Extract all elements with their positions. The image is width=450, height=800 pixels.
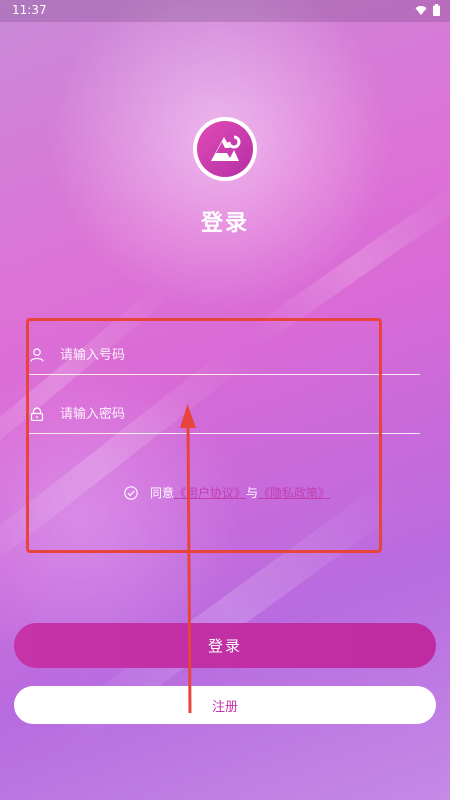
phone-input[interactable] bbox=[58, 342, 412, 368]
register-button[interactable]: 注册 bbox=[14, 686, 436, 724]
user-agreement-link[interactable]: 《用户协议》 bbox=[174, 484, 246, 501]
wifi-icon bbox=[415, 5, 427, 15]
agreement-conjunction: 与 bbox=[246, 486, 259, 500]
app-logo bbox=[193, 117, 257, 181]
lock-icon bbox=[30, 407, 44, 421]
app-logo-badge bbox=[197, 121, 253, 177]
privacy-policy-link[interactable]: 《隐私政策》 bbox=[258, 484, 330, 501]
user-icon bbox=[30, 348, 44, 362]
status-icons bbox=[415, 4, 440, 16]
background-streak bbox=[0, 341, 252, 584]
agreement-row: 同意 《用户协议》 与 《隐私政策》 bbox=[124, 484, 330, 501]
background-streak bbox=[0, 279, 176, 486]
status-time: 11:37 bbox=[12, 3, 47, 17]
app-logo-icon bbox=[211, 135, 241, 161]
check-circle-icon[interactable] bbox=[124, 485, 138, 500]
login-button[interactable]: 登录 bbox=[14, 623, 436, 668]
battery-icon bbox=[433, 4, 440, 16]
page-title: 登录 bbox=[200, 211, 249, 236]
agreement-prefix: 同意 bbox=[150, 486, 175, 500]
status-bar: 11:37 bbox=[0, 0, 450, 22]
phone-field bbox=[28, 334, 420, 375]
password-field bbox=[28, 393, 420, 434]
password-input[interactable] bbox=[58, 401, 412, 427]
